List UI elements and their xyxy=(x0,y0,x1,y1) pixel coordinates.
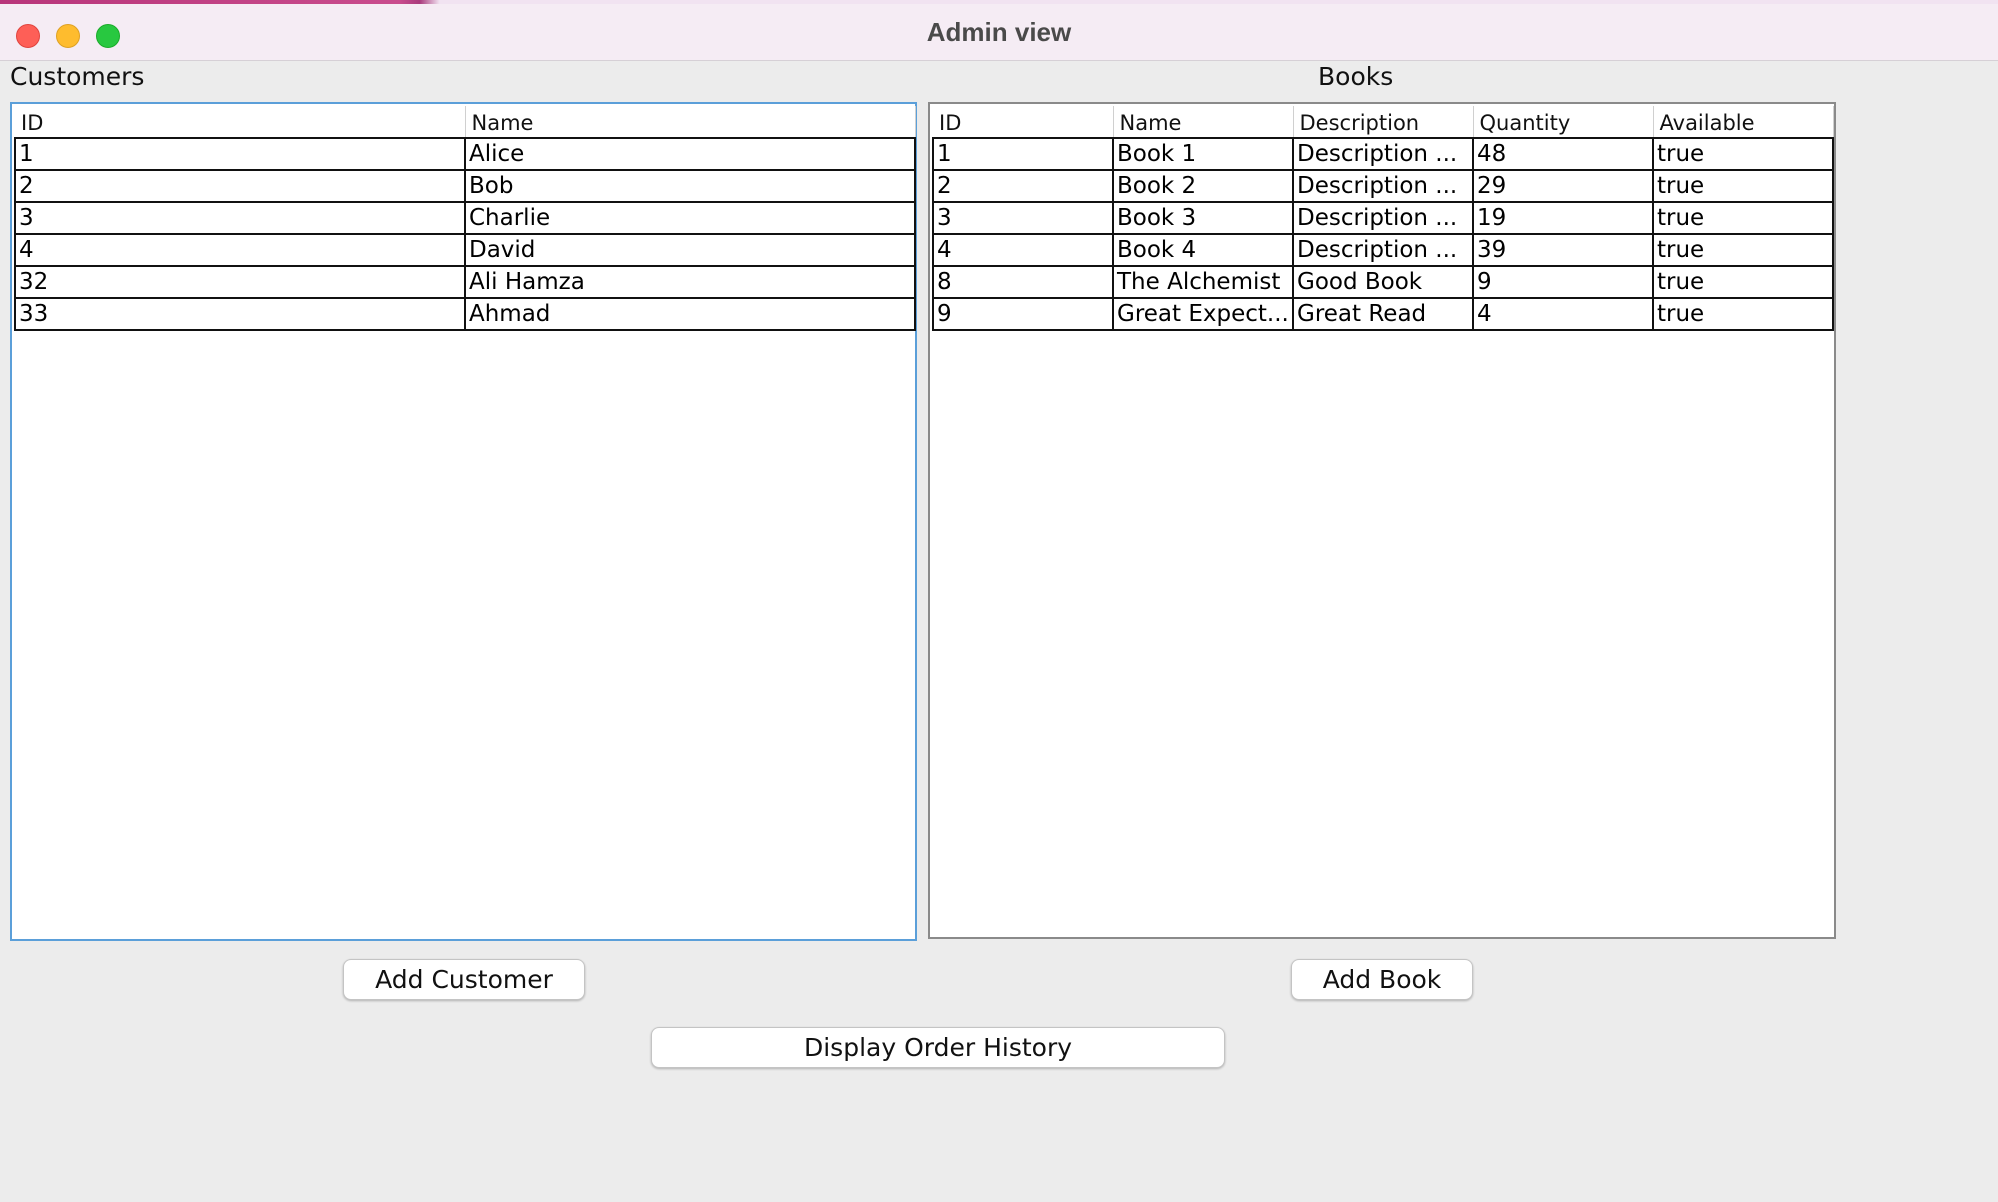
cell-id[interactable]: 9 xyxy=(932,297,1114,331)
table-row[interactable]: 1 Alice xyxy=(14,137,916,171)
cell-available[interactable]: true xyxy=(1652,137,1834,171)
table-row[interactable]: 1 Book 1 Description ... 48 true xyxy=(932,137,1834,171)
window-title: Admin view xyxy=(926,17,1072,47)
table-row[interactable]: 4 Book 4 Description ... 39 true xyxy=(932,233,1834,267)
cell-id[interactable]: 32 xyxy=(14,265,466,299)
cell-description[interactable]: Description ... xyxy=(1292,201,1474,235)
cell-quantity[interactable]: 48 xyxy=(1472,137,1654,171)
add-customer-label: Add Customer xyxy=(375,965,553,994)
cell-name[interactable]: Great Expect... xyxy=(1112,297,1294,331)
column-header-name[interactable]: Name xyxy=(465,106,916,139)
cell-name[interactable]: Ahmad xyxy=(464,297,916,331)
cell-description[interactable]: Description ... xyxy=(1292,169,1474,203)
column-header-quantity[interactable]: Quantity xyxy=(1473,106,1654,139)
cell-available[interactable]: true xyxy=(1652,169,1834,203)
cell-id[interactable]: 3 xyxy=(932,201,1114,235)
title-bar: Admin view xyxy=(0,4,1998,61)
cell-available[interactable]: true xyxy=(1652,297,1834,331)
column-header-description[interactable]: Description xyxy=(1293,106,1474,139)
column-header-available[interactable]: Available xyxy=(1653,106,1834,139)
table-row[interactable]: 4 David xyxy=(14,233,916,267)
customers-label: Customers xyxy=(10,62,145,91)
cell-name[interactable]: Charlie xyxy=(464,201,916,235)
table-row[interactable]: 9 Great Expect... Great Read 4 true xyxy=(932,297,1834,331)
display-order-history-button[interactable]: Display Order History xyxy=(651,1027,1225,1068)
add-customer-button[interactable]: Add Customer xyxy=(343,959,585,1000)
cell-available[interactable]: true xyxy=(1652,233,1834,267)
table-row[interactable]: 33 Ahmad xyxy=(14,297,916,331)
books-label: Books xyxy=(1318,62,1394,91)
cell-description[interactable]: Great Read xyxy=(1292,297,1474,331)
column-header-id[interactable]: ID xyxy=(933,106,1114,139)
column-header-id[interactable]: ID xyxy=(15,106,466,139)
books-table[interactable]: ID Name Description Quantity Available 1… xyxy=(932,106,1834,331)
cell-name[interactable]: Book 3 xyxy=(1112,201,1294,235)
cell-name[interactable]: The Alchemist xyxy=(1112,265,1294,299)
cell-available[interactable]: true xyxy=(1652,201,1834,235)
cell-id[interactable]: 3 xyxy=(14,201,466,235)
table-row[interactable]: 3 Book 3 Description ... 19 true xyxy=(932,201,1834,235)
cell-name[interactable]: David xyxy=(464,233,916,267)
cell-id[interactable]: 1 xyxy=(932,137,1114,171)
cell-id[interactable]: 2 xyxy=(932,169,1114,203)
cell-id[interactable]: 4 xyxy=(932,233,1114,267)
cell-description[interactable]: Good Book xyxy=(1292,265,1474,299)
cell-name[interactable]: Book 1 xyxy=(1112,137,1294,171)
table-row[interactable]: 8 The Alchemist Good Book 9 true xyxy=(932,265,1834,299)
customers-table-header: ID Name xyxy=(15,106,916,139)
table-row[interactable]: 32 Ali Hamza xyxy=(14,265,916,299)
books-table-panel[interactable]: ID Name Description Quantity Available 1… xyxy=(928,102,1836,939)
cell-quantity[interactable]: 39 xyxy=(1472,233,1654,267)
customers-table-panel[interactable]: ID Name 1 Alice 2 Bob 3 Charlie 4 David … xyxy=(10,102,917,941)
cell-name[interactable]: Alice xyxy=(464,137,916,171)
admin-window: Admin view Customers Books ID Name 1 Ali… xyxy=(0,0,1998,1202)
table-row[interactable]: 2 Bob xyxy=(14,169,916,203)
cell-name[interactable]: Book 4 xyxy=(1112,233,1294,267)
cell-available[interactable]: true xyxy=(1652,265,1834,299)
cell-quantity[interactable]: 9 xyxy=(1472,265,1654,299)
table-row[interactable]: 2 Book 2 Description ... 29 true xyxy=(932,169,1834,203)
cell-name[interactable]: Ali Hamza xyxy=(464,265,916,299)
books-table-header: ID Name Description Quantity Available xyxy=(933,106,1834,139)
cell-name[interactable]: Bob xyxy=(464,169,916,203)
cell-id[interactable]: 2 xyxy=(14,169,466,203)
cell-quantity[interactable]: 4 xyxy=(1472,297,1654,331)
add-book-label: Add Book xyxy=(1322,965,1442,994)
cell-quantity[interactable]: 29 xyxy=(1472,169,1654,203)
cell-id[interactable]: 1 xyxy=(14,137,466,171)
cell-id[interactable]: 8 xyxy=(932,265,1114,299)
cell-id[interactable]: 4 xyxy=(14,233,466,267)
customers-table[interactable]: ID Name 1 Alice 2 Bob 3 Charlie 4 David … xyxy=(14,106,916,331)
cell-description[interactable]: Description ... xyxy=(1292,137,1474,171)
add-book-button[interactable]: Add Book xyxy=(1291,959,1473,1000)
column-header-name[interactable]: Name xyxy=(1113,106,1294,139)
table-row[interactable]: 3 Charlie xyxy=(14,201,916,235)
display-order-history-label: Display Order History xyxy=(803,1033,1073,1062)
cell-quantity[interactable]: 19 xyxy=(1472,201,1654,235)
cell-description[interactable]: Description ... xyxy=(1292,233,1474,267)
cell-id[interactable]: 33 xyxy=(14,297,466,331)
cell-name[interactable]: Book 2 xyxy=(1112,169,1294,203)
